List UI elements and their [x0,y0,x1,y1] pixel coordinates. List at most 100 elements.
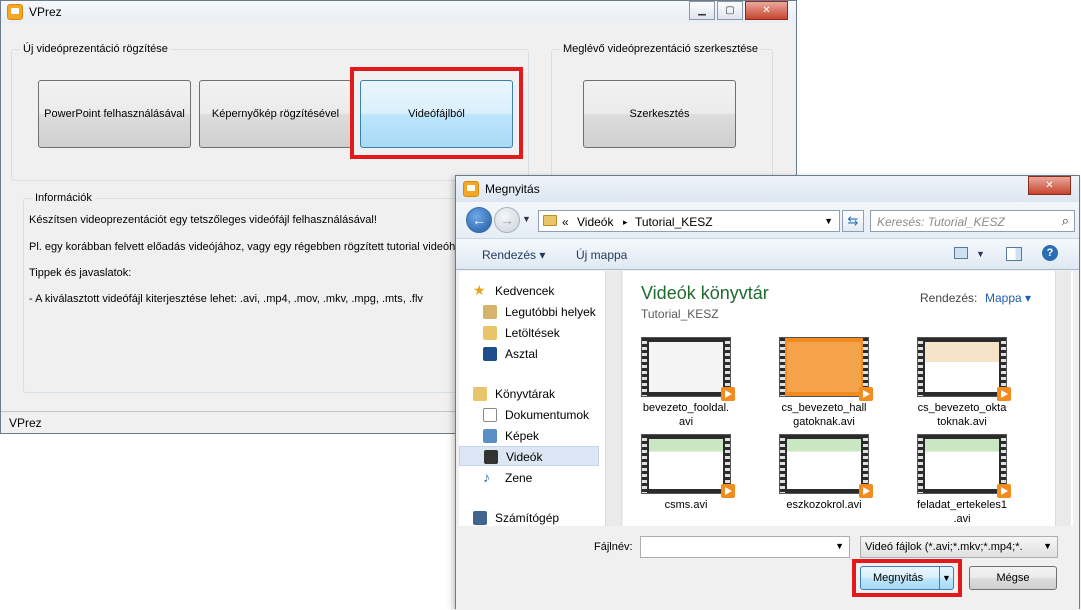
window-title: VPrez [29,5,62,19]
dialog-titlebar[interactable]: Megnyitás ✕ [456,176,1079,202]
address-bar[interactable]: « Videók ▸ Tutorial_KESZ ▼ [538,210,840,232]
dialog-toolbar: Rendezés ▾ Új mappa ▼ ? [456,238,1079,270]
downloads-folder-icon [483,326,497,340]
address-dropdown-icon[interactable]: ▼ [824,216,833,226]
dialog-close-button[interactable]: ✕ [1028,176,1071,195]
breadcrumb-videos[interactable]: Videók [577,215,613,229]
arrange-by-label: Rendezés: [920,291,978,305]
forward-arrow-icon[interactable]: → [494,207,520,233]
video-play-icon [859,387,873,401]
nav-item-libraries[interactable]: Könyvtárak [471,384,621,404]
video-thumbnail[interactable] [917,434,1011,498]
search-icon[interactable]: ⌕ [1062,213,1069,229]
desktop-icon [483,347,497,361]
search-input[interactable]: Keresés: Tutorial_KESZ ⌕ [870,210,1075,232]
nav-label-favorites: Kedvencek [495,284,555,298]
new-presentation-group-title: Új videóprezentáció rögzítése [20,43,171,55]
file-name[interactable]: feladat_ertekeles1 .avi [907,498,1017,526]
dialog-app-icon [463,181,479,197]
video-thumbnail[interactable] [779,434,873,498]
nav-item-desktop[interactable]: Asztal [481,344,621,364]
organize-menu[interactable]: Rendezés ▾ [482,248,545,262]
dialog-title: Megnyitás [485,182,540,196]
nav-item-documents[interactable]: Dokumentumok [481,405,621,425]
cancel-button[interactable]: Mégse [969,566,1057,590]
nav-item-recent[interactable]: Legutóbbi helyek [481,302,621,322]
computer-icon [473,511,487,525]
nav-scrollbar[interactable] [605,271,621,526]
video-play-icon [859,484,873,498]
info-line-3: Tippek és javaslatok: [29,267,132,279]
vprez-app-icon [7,4,23,20]
nav-label-music: Zene [505,471,533,485]
nav-label-documents: Dokumentumok [505,408,590,422]
file-list-scrollbar[interactable] [1055,271,1071,526]
filename-input[interactable]: ▼ [640,536,850,558]
highlight-box-open [852,559,962,597]
star-icon: ★ [473,282,486,298]
view-dropdown-icon[interactable]: ▼ [976,249,985,259]
screen-capture-button[interactable]: Képernyőkép rögzítésével [199,80,352,148]
minimize-button[interactable]: ▁ [689,1,715,20]
file-name[interactable]: bevezeto_fooldal. avi [631,401,741,429]
preview-pane-icon[interactable] [1006,247,1022,261]
library-subtitle: Tutorial_KESZ [641,307,719,321]
video-thumbnail[interactable] [641,337,735,401]
video-play-icon [997,387,1011,401]
nav-item-downloads[interactable]: Letöltések [481,323,621,343]
view-options-icon[interactable] [954,247,968,259]
file-list-pane: Videók könyvtár Tutorial_KESZ Rendezés: … [623,271,1073,526]
file-name[interactable]: eszkozokrol.avi [769,498,879,512]
music-note-icon: ♪ [483,469,490,485]
nav-label-downloads: Letöltések [505,326,560,340]
recent-places-icon [483,305,497,319]
status-text: VPrez [9,416,42,430]
video-thumbnail[interactable] [779,337,873,401]
video-thumbnail[interactable] [917,337,1011,401]
video-play-icon [997,484,1011,498]
file-type-filter[interactable]: Videó fájlok (*.avi;*.mkv;*.mp4;*. ▼ [860,536,1058,558]
breadcrumb-tutorial[interactable]: Tutorial_KESZ [635,215,713,229]
breadcrumb-separator[interactable]: ▸ [623,217,628,228]
close-button[interactable]: ✕ [745,1,788,20]
breadcrumb-overflow[interactable]: « [562,215,569,229]
open-dialog: Megnyitás ✕ ← → ▼ « Videók ▸ Tutorial_KE… [455,175,1080,610]
search-placeholder: Keresés: Tutorial_KESZ [877,215,1005,229]
documents-icon [483,408,497,422]
file-name[interactable]: cs_bevezeto_hall gatoknak.avi [769,401,879,429]
highlight-box-video [350,67,523,159]
nav-item-pictures[interactable]: Képek [481,426,621,446]
video-play-icon [721,484,735,498]
maximize-button[interactable]: ▢ [717,1,743,20]
file-type-filter-value: Videó fájlok (*.avi;*.mkv;*.mp4;*. [865,541,1023,553]
info-group-title: Információk [32,192,95,204]
nav-label-videos: Videók [506,450,543,464]
new-folder-button[interactable]: Új mappa [576,248,627,262]
videos-icon [484,450,498,464]
info-line-4: - A kiválasztott videófájl kiterjesztése… [29,293,423,305]
nav-item-favorites[interactable]: ★ Kedvencek [471,281,621,301]
nav-item-computer[interactable]: Számítógép [471,508,621,526]
edit-presentation-group-title: Meglévő videóprezentáció szerkesztése [560,43,762,55]
back-arrow-icon[interactable]: ← [466,207,492,233]
nav-item-music[interactable]: ♪ Zene [481,468,621,488]
filename-dropdown-icon[interactable]: ▼ [835,541,844,551]
nav-label-computer: Számítógép [495,511,560,525]
filter-dropdown-icon[interactable]: ▼ [1043,541,1052,551]
powerpoint-button[interactable]: PowerPoint felhasználásával [38,80,191,148]
nav-label-recent: Legutóbbi helyek [505,305,596,319]
edit-button[interactable]: Szerkesztés [583,80,736,148]
main-titlebar[interactable]: VPrez ▁ ▢ ✕ [1,1,796,23]
refresh-icon[interactable]: ⇆ [842,210,864,232]
nav-label-desktop: Asztal [505,347,538,361]
file-name[interactable]: csms.avi [631,498,741,512]
file-name[interactable]: cs_bevezeto_okta toknak.avi [907,401,1017,429]
library-title: Videók könyvtár [641,283,769,303]
video-thumbnail[interactable] [641,434,735,498]
recent-pages-dropdown-icon[interactable]: ▼ [522,214,531,224]
help-icon[interactable]: ? [1042,245,1058,261]
nav-label-pictures: Képek [505,429,540,443]
address-row: ← → ▼ « Videók ▸ Tutorial_KESZ ▼ ⇆ Keres… [456,202,1079,238]
nav-item-videos[interactable]: Videók [459,446,599,466]
arrange-by-dropdown[interactable]: Mappa ▾ [985,291,1031,305]
